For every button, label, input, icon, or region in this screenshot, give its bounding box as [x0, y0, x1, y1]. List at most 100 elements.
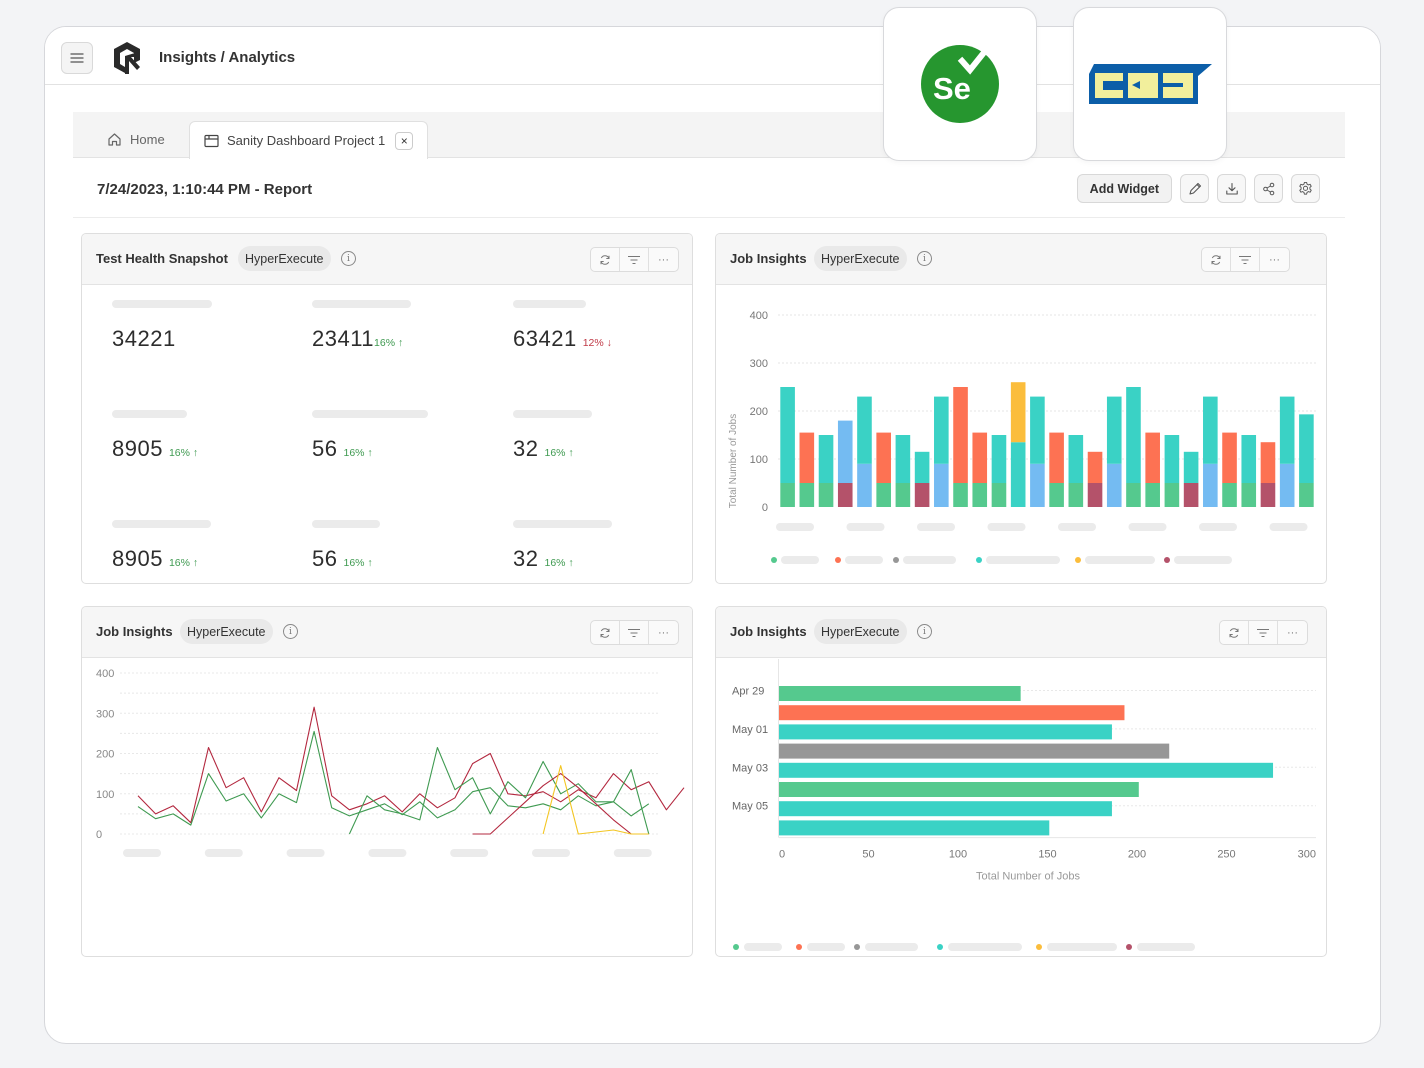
share-button[interactable] [1254, 174, 1283, 203]
legend-label-placeholder [744, 943, 782, 951]
x-tick-label: 300 [1298, 849, 1316, 861]
line-chart: 0 100 200 300 400 [96, 668, 685, 857]
bar-segment [1068, 435, 1084, 483]
bar-segment [1241, 483, 1257, 507]
x-tick-placeholder [1199, 523, 1237, 531]
widget-header: Test Health Snapshot HyperExecute i ··· [82, 234, 692, 285]
filter-icon [628, 255, 640, 264]
x-tick-placeholder [613, 849, 652, 857]
bar-segment [1049, 483, 1064, 507]
widget-badge: HyperExecute [180, 619, 273, 644]
x-tick-label: 250 [1217, 849, 1235, 861]
download-button[interactable] [1217, 174, 1246, 203]
x-tick-placeholder [776, 523, 814, 531]
metric-label-placeholder [312, 410, 428, 418]
edit-button[interactable] [1180, 174, 1209, 203]
metric-value: 34221 [112, 326, 176, 351]
metric-tile: 8905 16% ↑ [112, 410, 198, 461]
tab-home[interactable]: Home [107, 121, 165, 158]
more-options-button[interactable]: ··· [649, 621, 678, 644]
refresh-icon [1229, 627, 1239, 638]
y-tick-label: 200 [96, 749, 114, 761]
y-tick-label: May 01 [732, 724, 768, 736]
bar-segment [1106, 463, 1122, 507]
widget-job-insights-line: Job Insights HyperExecute i ··· 0 100 200 3… [81, 606, 693, 957]
widget-title: Job Insights [730, 251, 807, 266]
x-tick-placeholder [286, 849, 325, 857]
tab-sanity-dashboard[interactable]: Sanity Dashboard Project 1 × [189, 121, 428, 159]
widget-toolbar: ··· [1201, 247, 1290, 272]
add-widget-button[interactable]: Add Widget [1076, 174, 1172, 203]
bar [779, 801, 1112, 817]
bar-segment [857, 396, 872, 464]
bar-segment [972, 483, 988, 507]
more-options-button[interactable]: ··· [649, 248, 678, 271]
metric-label-placeholder [312, 300, 411, 308]
bar-segment [1299, 414, 1314, 483]
info-icon[interactable]: i [917, 624, 932, 639]
bar-segment [1106, 396, 1122, 464]
refresh-button[interactable] [1202, 248, 1231, 271]
metric-value-row: 34221 [112, 326, 176, 352]
dashboard-icon [204, 134, 219, 148]
bar-segment [1279, 463, 1295, 507]
bar-segment [818, 435, 834, 483]
widget-header: Job Insights HyperExecute i ··· [716, 234, 1326, 285]
refresh-icon [1211, 254, 1221, 265]
close-tab-button[interactable]: × [395, 131, 414, 150]
y-tick-label: 400 [750, 310, 768, 322]
y-tick-label: Apr 29 [732, 686, 764, 698]
download-icon [1225, 182, 1238, 195]
legend-label-placeholder [1137, 943, 1195, 951]
tab-home-label: Home [130, 132, 165, 147]
widget-toolbar: ··· [590, 247, 679, 272]
info-icon[interactable]: i [341, 251, 356, 266]
metric-label-placeholder [112, 300, 212, 308]
y-tick-label: 200 [750, 406, 768, 418]
legend-label-placeholder [986, 556, 1060, 564]
more-options-button[interactable]: ··· [1278, 621, 1307, 644]
filter-button[interactable] [620, 621, 649, 644]
y-tick-label: 300 [750, 358, 768, 370]
metric-value-row: 32 16% ↑ [513, 546, 574, 572]
x-tick-placeholder [450, 849, 489, 857]
bar-segment [1164, 435, 1180, 483]
widget-title: Job Insights [96, 624, 173, 639]
refresh-button[interactable] [591, 621, 620, 644]
menu-button[interactable] [61, 42, 93, 74]
metric-value: 8905 [112, 436, 163, 461]
legend-label-placeholder [845, 556, 883, 564]
widget-badge: HyperExecute [814, 246, 907, 271]
metric-value-row: 56 16% ↑ [312, 546, 373, 572]
refresh-icon [600, 627, 610, 638]
filter-button[interactable] [1231, 248, 1260, 271]
bar-segment [1145, 432, 1160, 483]
bar-segment [1030, 463, 1045, 507]
filter-icon [1257, 628, 1269, 637]
x-tick-placeholder [1269, 523, 1308, 531]
metric-value-row: 56 16% ↑ [312, 436, 373, 462]
x-tick-label: 100 [949, 849, 967, 861]
filter-button[interactable] [1249, 621, 1278, 644]
legend-swatch [854, 944, 860, 950]
info-icon[interactable]: i [283, 624, 298, 639]
widget-toolbar: ··· [1219, 620, 1308, 645]
x-tick-placeholder [123, 849, 161, 857]
legend-label-placeholder [948, 943, 1022, 951]
metric-label-placeholder [513, 410, 592, 418]
x-tick-placeholder [917, 523, 955, 531]
more-options-button[interactable]: ··· [1260, 248, 1289, 271]
info-icon[interactable]: i [917, 251, 932, 266]
metric-label-placeholder [513, 300, 586, 308]
report-title: 7/24/2023, 1:10:44 PM - Report [97, 181, 313, 198]
bar-segment [953, 387, 968, 483]
refresh-button[interactable] [591, 248, 620, 271]
refresh-button[interactable] [1220, 621, 1249, 644]
bar-segment [1030, 396, 1045, 464]
filter-button[interactable] [620, 248, 649, 271]
bar-segment [1183, 483, 1199, 507]
bar-segment [780, 387, 795, 483]
widget-badge: HyperExecute [238, 246, 331, 271]
settings-button[interactable] [1291, 174, 1320, 203]
metric-delta: 16% ↑ [544, 557, 574, 569]
